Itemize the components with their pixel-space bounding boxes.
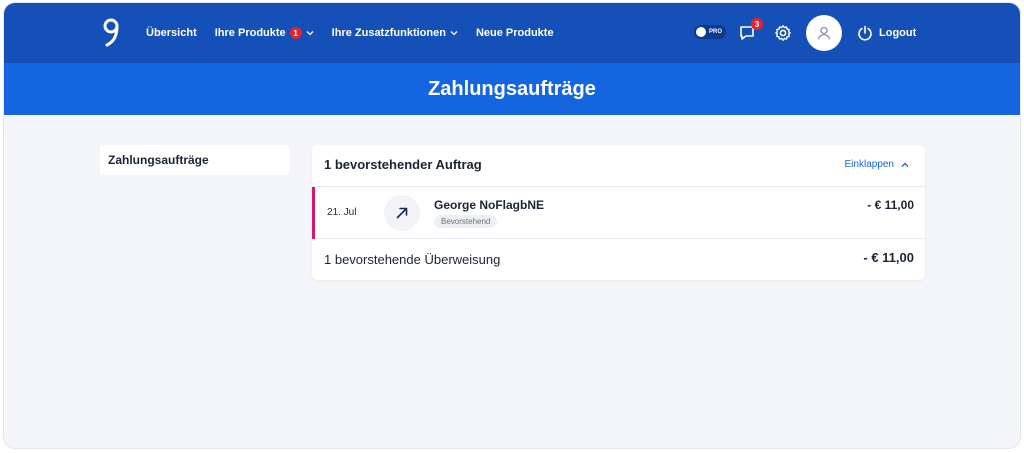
sidebar-item-label: Zahlungsaufträge [108, 153, 209, 167]
top-navigation-bar: Übersicht Ihre Produkte 1 Ihre Zusatzfun… [4, 3, 1020, 63]
collapse-label: Einklappen [844, 159, 894, 170]
upcoming-orders-card: 1 bevorstehender Auftrag Einklappen 21. … [312, 145, 925, 280]
page-header: Zahlungsaufträge [4, 63, 1020, 115]
pro-toggle[interactable]: PRO [694, 25, 726, 39]
card-header: 1 bevorstehender Auftrag Einklappen [312, 145, 925, 187]
card-title: 1 bevorstehender Auftrag [324, 157, 482, 172]
summary-amount: - € 11,00 [863, 250, 914, 265]
avatar[interactable] [806, 15, 842, 51]
nav-item-new-products[interactable]: Neue Produkte [476, 27, 554, 39]
power-icon [858, 25, 872, 41]
toggle-knob [696, 27, 706, 37]
card-summary: 1 bevorstehende Überweisung - € 11,00 [312, 239, 925, 280]
pro-label: PRO [709, 29, 723, 35]
messages-count-badge: 3 [751, 18, 763, 30]
transaction-amount: - € 11,00 [867, 198, 914, 212]
outgoing-transfer-icon [384, 195, 420, 231]
transaction-date: 21. Jul [327, 207, 357, 218]
nav-item-label: Neue Produkte [475, 27, 554, 39]
status-badge: Bevorstehend [434, 215, 498, 228]
recipient-name: George NoFlagbNE [434, 198, 545, 212]
summary-label: 1 bevorstehende Überweisung [324, 252, 501, 267]
gear-icon[interactable] [774, 24, 792, 42]
chevron-down-icon [450, 31, 458, 36]
collapse-button[interactable]: Einklappen [845, 159, 909, 170]
nav-item-overview[interactable]: Übersicht [146, 27, 197, 39]
transaction-row[interactable]: 21. Jul George NoFlagbNE Bevorstehend - … [312, 187, 925, 239]
products-count-badge: 1 [289, 27, 302, 39]
sidebar-item-payment-orders[interactable]: Zahlungsaufträge [100, 145, 290, 175]
app-window: Übersicht Ihre Produkte 1 Ihre Zusatzfun… [3, 2, 1021, 449]
george-logo-icon[interactable] [100, 17, 122, 49]
main-nav: Übersicht Ihre Produkte 1 Ihre Zusatzfun… [146, 3, 554, 63]
nav-item-label: Übersicht [146, 27, 197, 39]
nav-item-additional-features[interactable]: Ihre Zusatzfunktionen [332, 27, 458, 39]
chevron-up-icon [901, 162, 909, 167]
nav-item-label: Ihre Produkte [214, 27, 286, 39]
nav-item-products[interactable]: Ihre Produkte 1 [215, 27, 314, 39]
page-title: Zahlungsaufträge [428, 77, 596, 100]
user-icon [817, 26, 831, 40]
nav-item-label: Ihre Zusatzfunktionen [331, 27, 446, 39]
logout-label: Logout [879, 27, 917, 39]
logout-button[interactable]: Logout [857, 24, 916, 42]
pending-marker [312, 187, 315, 239]
chevron-down-icon [306, 31, 314, 36]
